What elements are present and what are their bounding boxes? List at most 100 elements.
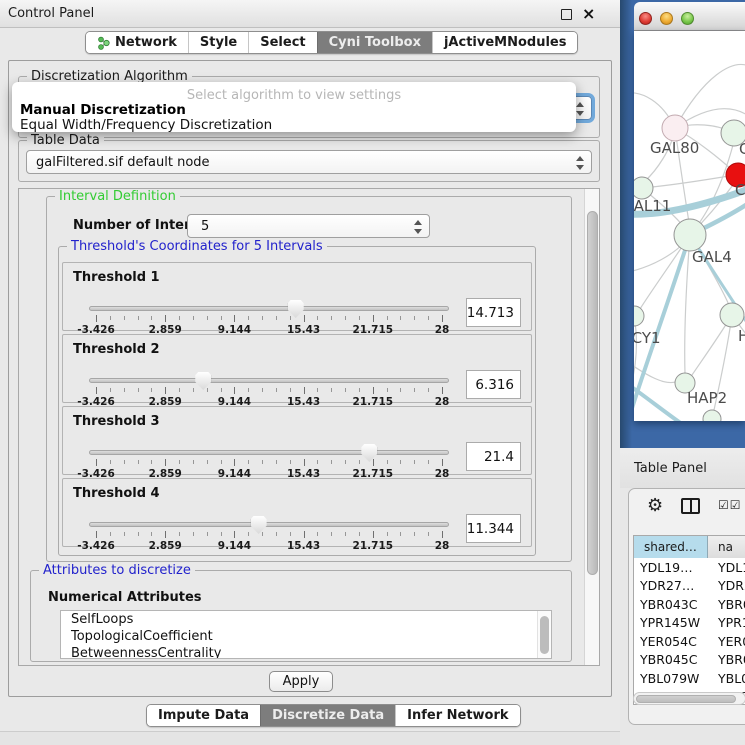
threshold-slider[interactable]: -3.4262.8599.14415.4321.71528 xyxy=(89,515,449,547)
network-canvas[interactable]: GAL80GACGAL11GAL4GCY1HHAP2 xyxy=(634,31,745,421)
tab-network[interactable]: Network xyxy=(86,32,188,53)
network-node[interactable] xyxy=(634,177,653,199)
network-edge xyxy=(642,176,729,188)
network-icon xyxy=(97,36,110,50)
table-row[interactable]: YPR145WYPR1 xyxy=(634,614,745,633)
tick-mark xyxy=(442,459,443,466)
dropdown-option-equal-width[interactable]: Equal Width/Frequency Discretization xyxy=(20,117,272,133)
list-scrollbar[interactable] xyxy=(537,611,551,658)
close-icon[interactable]: × xyxy=(582,4,595,24)
tick-mark xyxy=(400,316,401,320)
threshold-value-field[interactable]: 14.713 xyxy=(466,298,521,327)
tick-mark xyxy=(331,316,332,320)
table-cell[interactable]: YPR145W xyxy=(634,614,708,633)
network-edge xyxy=(634,383,682,421)
tick-mark xyxy=(165,531,166,538)
checkbox-icons[interactable]: ☑☑ xyxy=(718,498,742,512)
network-node[interactable] xyxy=(720,303,744,327)
numerical-attributes-list[interactable]: SelfLoopsTopologicalCoefficientBetweenne… xyxy=(60,610,552,659)
zoom-traffic-light[interactable] xyxy=(681,12,694,25)
network-node[interactable] xyxy=(662,115,688,141)
table-row[interactable]: YBR045CYBR0 xyxy=(634,651,745,670)
number-of-intervals-combobox[interactable]: 5 xyxy=(187,214,430,238)
network-node[interactable] xyxy=(674,219,706,251)
table-row[interactable]: YBL079WYBL0 xyxy=(634,669,745,688)
threshold-value-field[interactable]: 11.344 xyxy=(466,514,521,543)
table-row[interactable]: YDR27…YDR2 xyxy=(634,577,745,596)
table-row[interactable]: YDL19…YDL1 xyxy=(634,558,745,577)
tick-mark xyxy=(234,315,235,322)
network-node[interactable] xyxy=(634,306,644,326)
vertical-scrollbar[interactable] xyxy=(584,189,599,665)
list-scrollbar-thumb[interactable] xyxy=(540,616,549,654)
tick-mark xyxy=(124,316,125,320)
tab-cyni-toolbox[interactable]: Cyni Toolbox xyxy=(317,32,432,53)
attribute-item[interactable]: SelfLoops xyxy=(61,611,551,628)
column-header-shared[interactable]: shared… xyxy=(634,536,708,558)
table-cell[interactable]: YER054C xyxy=(634,632,708,651)
table-cell[interactable]: YBR043C xyxy=(634,595,708,614)
minimize-traffic-light[interactable] xyxy=(660,12,673,25)
attribute-item[interactable]: BetweennessCentrality xyxy=(61,645,551,659)
table-row[interactable]: YER054CYER0 xyxy=(634,632,745,651)
tick-mark xyxy=(428,460,429,464)
slider-ticks xyxy=(89,315,449,323)
tick-mark xyxy=(96,387,97,394)
tab-jactivemnodules[interactable]: jActiveMNodules xyxy=(432,32,578,53)
threshold-slider[interactable]: -3.4262.8599.14415.4321.71528 xyxy=(89,443,449,475)
table-cell[interactable]: YBR0 xyxy=(708,595,745,614)
threshold-value-field[interactable]: 21.4 xyxy=(466,442,521,471)
node-label: HAP2 xyxy=(687,389,727,407)
slider-track[interactable] xyxy=(89,378,449,383)
tick-mark xyxy=(400,388,401,392)
tick-mark xyxy=(317,532,318,536)
slider-track[interactable] xyxy=(89,450,449,455)
table-cell[interactable]: YDR27… xyxy=(634,577,708,596)
slider-track[interactable] xyxy=(89,522,449,527)
gear-icon[interactable]: ⚙ xyxy=(647,495,663,516)
tick-mark xyxy=(262,532,263,536)
column-header-name[interactable]: na xyxy=(708,536,745,558)
network-node[interactable] xyxy=(703,410,721,421)
tick-mark xyxy=(221,388,222,392)
threshold-value-field[interactable]: 6.316 xyxy=(466,370,521,399)
tab-infer-network[interactable]: Infer Network xyxy=(395,705,519,726)
tab-discretize-data[interactable]: Discretize Data xyxy=(260,705,395,726)
table-cell[interactable]: YDL1 xyxy=(708,558,745,577)
table-data-combobox[interactable]: galFiltered.sif default node xyxy=(26,150,592,174)
attribute-item[interactable]: TopologicalCoefficient xyxy=(61,628,551,645)
dropdown-option-manual[interactable]: Manual Discretization xyxy=(20,102,186,118)
table-cell[interactable]: YPR1 xyxy=(708,614,745,633)
network-edge xyxy=(685,235,690,374)
slider-track[interactable] xyxy=(89,306,449,311)
table-row[interactable]: YBR043CYBR0 xyxy=(634,595,745,614)
node-label: GAL11 xyxy=(634,197,671,215)
table-cell[interactable]: YBR045C xyxy=(634,651,708,670)
table-cell[interactable]: YBR0 xyxy=(708,651,745,670)
float-window-icon[interactable] xyxy=(561,9,572,20)
network-window-titlebar[interactable] xyxy=(634,2,745,31)
apply-button[interactable]: Apply xyxy=(269,671,333,692)
combo-arrows-icon xyxy=(576,155,584,171)
tab-select[interactable]: Select xyxy=(248,32,316,53)
table-cell[interactable]: YDR2 xyxy=(708,577,745,596)
tick-mark xyxy=(151,316,152,320)
table-cell[interactable]: YDL19… xyxy=(634,558,708,577)
scrollbar-thumb[interactable] xyxy=(587,211,598,575)
dropdown-prompt: Select algorithm to view settings xyxy=(12,88,576,103)
tick-mark xyxy=(221,460,222,464)
tick-label: 28 xyxy=(435,540,450,552)
table-cell[interactable]: YER0 xyxy=(708,632,745,651)
horizontal-scrollbar[interactable] xyxy=(633,692,745,705)
table-cell[interactable]: YBL079W xyxy=(634,669,708,688)
threshold-slider[interactable]: -3.4262.8599.14415.4321.71528 xyxy=(89,371,449,403)
close-traffic-light[interactable] xyxy=(639,12,652,25)
scrollbar-thumb[interactable] xyxy=(636,695,736,703)
table-cell[interactable]: YBL0 xyxy=(708,669,745,688)
tick-mark xyxy=(179,532,180,536)
threshold-slider[interactable]: -3.4262.8599.14415.4321.71528 xyxy=(89,299,449,331)
split-columns-icon[interactable] xyxy=(681,498,700,514)
tab-impute-data[interactable]: Impute Data xyxy=(147,705,260,726)
tab-style[interactable]: Style xyxy=(188,32,248,53)
tick-mark xyxy=(387,532,388,536)
